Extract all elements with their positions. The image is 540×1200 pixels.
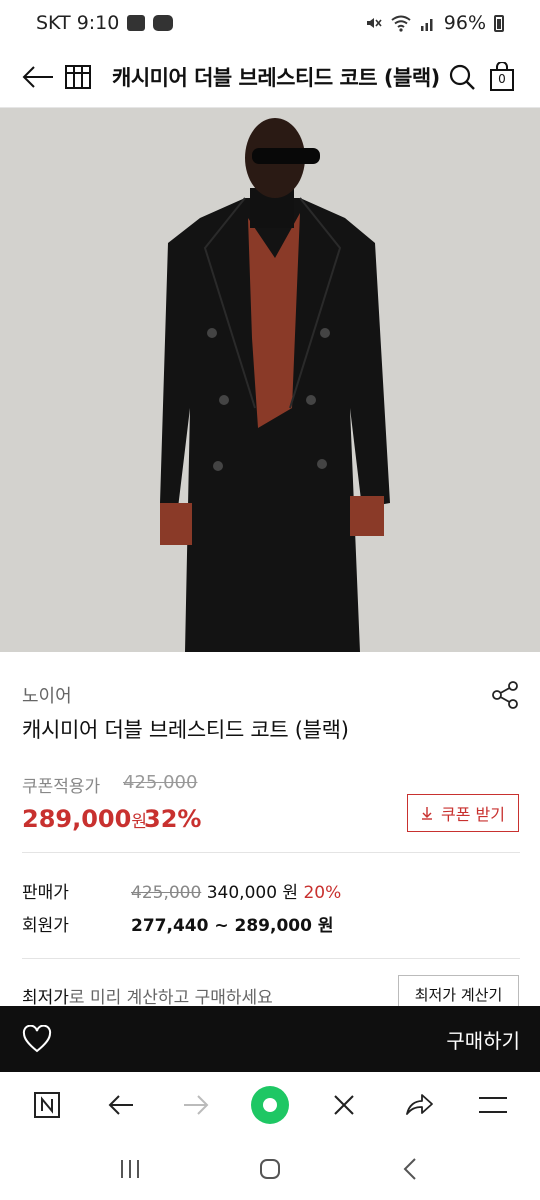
discount-rate: 32%: [144, 805, 202, 833]
lowest-price-rest: 로 미리 계산하고 구매하세요: [68, 988, 273, 1008]
coupon-download-button[interactable]: 쿠폰 받기: [407, 794, 519, 832]
arrow-left-icon: [109, 1095, 134, 1115]
divider: [22, 852, 520, 853]
wishlist-button[interactable]: [20, 1022, 54, 1056]
home-circle-icon: [260, 1159, 280, 1179]
share-arrow-icon: [405, 1094, 433, 1115]
coupon-price-label: 쿠폰적용가: [22, 777, 101, 797]
sell-price-row: 425,000 340,000 원 20%: [131, 878, 341, 903]
product-image[interactable]: [0, 108, 540, 652]
recent-apps-button[interactable]: [108, 1147, 152, 1191]
youtube-notification-icon: [153, 15, 174, 31]
coupon-button-label: 쿠폰 받기: [441, 805, 505, 824]
home-button[interactable]: [58, 57, 98, 97]
sell-price: 340,000 원: [206, 883, 299, 903]
buy-button[interactable]: 구매하기: [446, 1025, 520, 1054]
gallery-notification-icon: [127, 15, 146, 31]
download-icon: [422, 807, 433, 820]
browser-back-button[interactable]: [99, 1083, 143, 1127]
status-bar: SKT 9:10 96%: [0, 0, 540, 46]
sell-original-price: 425,000: [131, 883, 202, 903]
status-time: SKT 9:10: [36, 12, 120, 34]
battery-percent: 96%: [443, 12, 486, 34]
original-price: 425,000: [123, 772, 198, 793]
chevron-left-icon: [403, 1158, 416, 1180]
arrow-right-icon: [183, 1095, 209, 1115]
mute-icon: [366, 18, 382, 28]
home-nav-button[interactable]: [248, 1147, 292, 1191]
battery-icon: [494, 14, 504, 32]
browser-forward-button[interactable]: [174, 1083, 218, 1127]
hamburger-icon: [478, 1097, 507, 1113]
sell-discount: 20%: [303, 883, 342, 903]
share-page-button[interactable]: [397, 1083, 441, 1127]
page-title: 캐시미어 더블 브레스티드 코트 (블랙): [112, 65, 440, 90]
buy-bar: 구매하기: [0, 1006, 540, 1072]
share-icon: [492, 681, 518, 709]
member-price-range: 277,440 ~ 289,000 원: [131, 916, 334, 936]
green-dot-icon: [250, 1086, 289, 1124]
back-nav-button[interactable]: [388, 1147, 432, 1191]
sell-price-label: 판매가: [22, 883, 69, 903]
cart-button[interactable]: 0: [482, 57, 522, 97]
back-button[interactable]: [18, 57, 58, 97]
member-price-label: 회원가: [22, 916, 69, 936]
search-button[interactable]: [442, 57, 482, 97]
product-photo: [0, 108, 540, 652]
brand-name[interactable]: 노이어: [22, 682, 72, 708]
cart-count: 0: [498, 71, 506, 86]
system-navigation: [0, 1138, 540, 1200]
sale-price-value: 289,000: [22, 805, 132, 833]
store-home-icon: [65, 64, 91, 89]
browser-toolbar: [0, 1072, 540, 1138]
heart-icon: [22, 1025, 52, 1053]
share-button[interactable]: [490, 680, 524, 714]
naver-n-icon: [34, 1092, 61, 1118]
lowest-price-text: 최저가로 미리 계산하고 구매하세요: [22, 983, 273, 1008]
arrow-left-icon: [22, 65, 53, 88]
app-header: 캐시미어 더블 브레스티드 코트 (블랙) 0: [0, 46, 540, 108]
signal-icon: [420, 19, 433, 31]
lowest-price-bold: 최저가: [22, 988, 69, 1008]
sale-price: 289,000원: [22, 805, 147, 833]
close-tab-button[interactable]: [322, 1083, 366, 1127]
search-icon: [449, 64, 475, 90]
naver-home-button[interactable]: [25, 1083, 69, 1127]
green-dot-button[interactable]: [248, 1083, 292, 1127]
divider: [22, 958, 520, 959]
close-icon: [334, 1095, 354, 1115]
wifi-icon: [391, 15, 411, 32]
recent-apps-icon: [121, 1160, 139, 1178]
product-name: 캐시미어 더블 브레스티드 코트 (블랙): [22, 718, 349, 742]
browser-menu-button[interactable]: [471, 1083, 515, 1127]
